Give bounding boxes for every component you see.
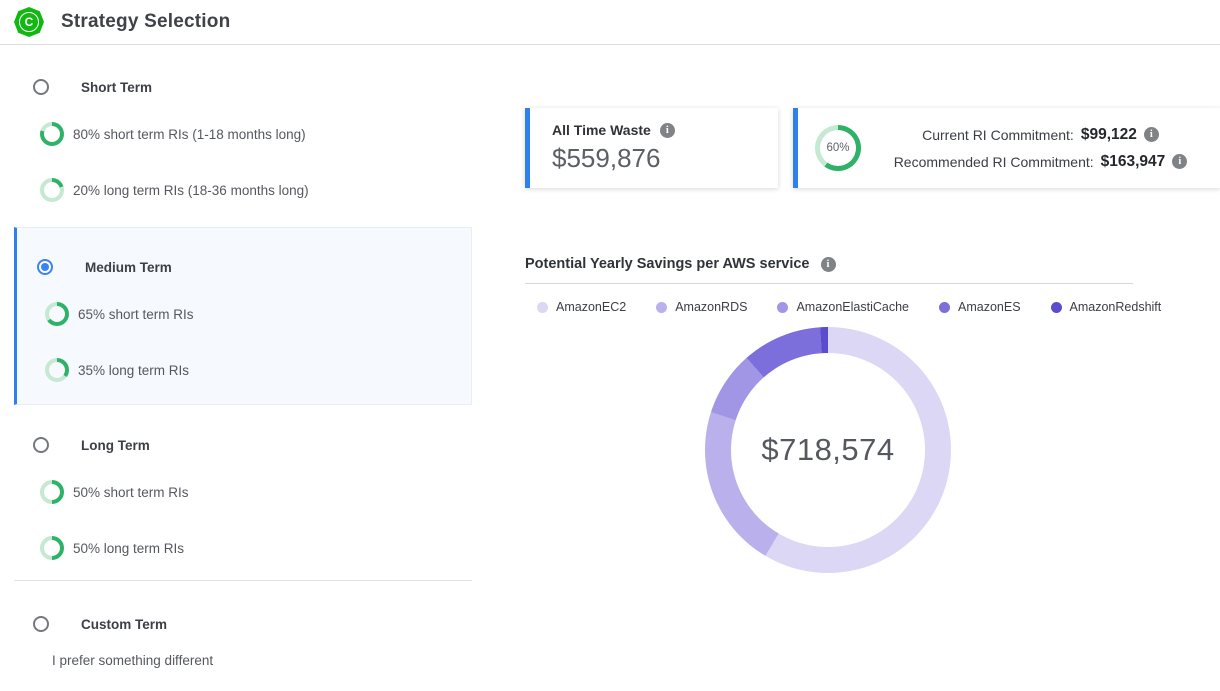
option-row: 65% short term RIs	[45, 302, 194, 326]
radio-row-medium-term[interactable]: Medium Term	[37, 259, 172, 275]
savings-donut-chart: $718,574	[705, 327, 951, 573]
recommended-commitment-label: Recommended RI Commitment:	[894, 154, 1094, 170]
radio-row-custom-term[interactable]: Custom Term	[33, 616, 167, 632]
chart-title-row: Potential Yearly Savings per AWS service…	[525, 256, 836, 272]
legend-dot-icon	[939, 302, 950, 313]
donut-hole: $718,574	[731, 353, 925, 547]
chart-title-divider	[525, 283, 1133, 284]
all-time-waste-label-row: All Time Waste i	[552, 122, 778, 138]
legend-label: AmazonES	[958, 300, 1021, 314]
percent-ring-icon	[45, 358, 69, 382]
strategy-selection-page: C Strategy Selection Short Term 80% shor…	[0, 0, 1220, 691]
legend-dot-icon	[777, 302, 788, 313]
current-commitment-label: Current RI Commitment:	[922, 127, 1074, 143]
section-label-custom-term: Custom Term	[81, 617, 167, 632]
option-row: 80% short term RIs (1-18 months long)	[40, 122, 306, 146]
ri-commitment-card: 60% Current RI Commitment: $99,122 i Rec…	[793, 108, 1220, 188]
commitment-gauge: 60%	[815, 125, 861, 171]
page-title: Strategy Selection	[61, 11, 230, 33]
all-time-waste-card: All Time Waste i $559,876	[525, 108, 778, 188]
legend-item[interactable]: AmazonEC2	[537, 300, 626, 314]
app-header: C Strategy Selection	[0, 0, 1220, 45]
commitment-lines: Current RI Commitment: $99,122 i Recomme…	[861, 126, 1220, 171]
percent-ring-icon	[40, 480, 64, 504]
section-label-medium-term: Medium Term	[85, 260, 172, 275]
radio-row-short-term[interactable]: Short Term	[33, 79, 152, 95]
percent-ring-icon	[40, 122, 64, 146]
option-row: 50% long term RIs	[40, 536, 184, 560]
info-icon[interactable]: i	[821, 257, 836, 272]
section-label-short-term: Short Term	[81, 80, 152, 95]
app-logo-icon[interactable]: C	[14, 7, 44, 37]
option-label: 80% short term RIs (1-18 months long)	[73, 127, 306, 142]
all-time-waste-value: $559,876	[552, 143, 778, 174]
option-label: 50% short term RIs	[73, 485, 189, 500]
chart-title: Potential Yearly Savings per AWS service	[525, 256, 810, 272]
recommended-commitment-value: $163,947	[1101, 153, 1166, 171]
legend-dot-icon	[656, 302, 667, 313]
legend-item[interactable]: AmazonRDS	[656, 300, 747, 314]
section-divider	[14, 580, 472, 581]
legend-dot-icon	[537, 302, 548, 313]
legend-item[interactable]: AmazonElastiCache	[777, 300, 909, 314]
radio-medium-term[interactable]	[37, 259, 53, 275]
option-label: 35% long term RIs	[78, 363, 189, 378]
option-row: 20% long term RIs (18-36 months long)	[40, 178, 309, 202]
legend-label: AmazonRedshift	[1070, 300, 1162, 314]
option-label: 50% long term RIs	[73, 541, 184, 556]
current-commitment-value: $99,122	[1081, 126, 1137, 144]
info-icon[interactable]: i	[660, 123, 675, 138]
legend-dot-icon	[1051, 302, 1062, 313]
info-icon[interactable]: i	[1172, 154, 1187, 169]
section-label-long-term: Long Term	[81, 438, 150, 453]
legend-item[interactable]: AmazonRedshift	[1051, 300, 1162, 314]
radio-row-long-term[interactable]: Long Term	[33, 437, 150, 453]
percent-ring-icon	[45, 302, 69, 326]
radio-short-term[interactable]	[33, 79, 49, 95]
legend-label: AmazonRDS	[675, 300, 747, 314]
chart-legend: AmazonEC2 AmazonRDS AmazonElastiCache Am…	[537, 300, 1161, 314]
legend-label: AmazonEC2	[556, 300, 626, 314]
option-label: 65% short term RIs	[78, 307, 194, 322]
recommended-commitment-row: Recommended RI Commitment: $163,947 i	[894, 153, 1188, 171]
all-time-waste-label: All Time Waste	[552, 122, 651, 138]
logo-c-glyph: C	[19, 12, 39, 32]
current-commitment-row: Current RI Commitment: $99,122 i	[922, 126, 1159, 144]
percent-ring-icon	[40, 536, 64, 560]
commitment-gauge-label: 60%	[815, 125, 861, 171]
percent-ring-icon	[40, 178, 64, 202]
selected-section-box: Medium Term 65% short term RIs 35% long …	[14, 227, 472, 405]
custom-term-note: I prefer something different	[52, 653, 213, 668]
legend-item[interactable]: AmazonES	[939, 300, 1021, 314]
option-label: 20% long term RIs (18-36 months long)	[73, 183, 309, 198]
donut-total-value: $718,574	[761, 432, 894, 468]
option-row: 35% long term RIs	[45, 358, 189, 382]
option-row: 50% short term RIs	[40, 480, 189, 504]
legend-label: AmazonElastiCache	[796, 300, 909, 314]
radio-custom-term[interactable]	[33, 616, 49, 632]
info-icon[interactable]: i	[1144, 127, 1159, 142]
radio-long-term[interactable]	[33, 437, 49, 453]
